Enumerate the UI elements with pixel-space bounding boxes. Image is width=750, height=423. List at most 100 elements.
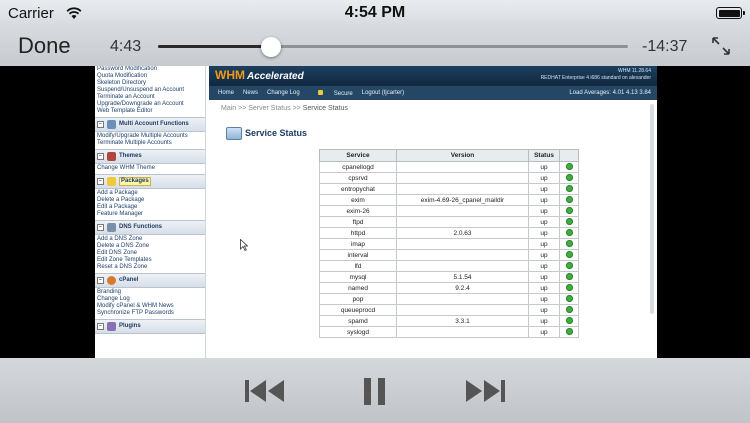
cell-version [396, 161, 529, 173]
section-title: Service Status [245, 128, 308, 138]
cell-service: spamd [319, 315, 397, 327]
table-row: entropychat up [319, 183, 579, 195]
nav-change-log[interactable]: Change Log [267, 90, 300, 96]
status-ok-icon [559, 249, 579, 261]
status-ok-icon [559, 315, 579, 327]
sidebar-section-dns[interactable]: − DNS Functions [95, 220, 205, 235]
sidebar-link[interactable]: Modify/Upgrade Multiple Accounts [95, 133, 205, 140]
sidebar-link[interactable]: Password Modification [95, 66, 205, 73]
sidebar-link[interactable]: Skeleton Directory [95, 80, 205, 87]
cell-version [396, 172, 529, 184]
sidebar-dns-links: Add a DNS Zone Delete a DNS Zone Edit DNS … [95, 236, 205, 271]
cell-status: up [528, 161, 560, 173]
sidebar-link[interactable]: Branding [95, 289, 205, 296]
video-frame[interactable]: Password Modification Quota Modification S… [95, 66, 657, 358]
cell-status: up [528, 315, 560, 327]
service-status-table: Service Version Status cpanellogd up cpsrv… [319, 149, 579, 338]
cell-status: up [528, 183, 560, 195]
status-ok-icon [559, 304, 579, 316]
sidebar-link[interactable]: Edit Zone Templates [95, 257, 205, 264]
cell-service: mysql [319, 271, 397, 283]
sidebar-link[interactable]: Terminate Multiple Accounts [95, 140, 205, 147]
table-row: cpsrvd up [319, 172, 579, 184]
status-ok-icon [559, 293, 579, 305]
sidebar-link[interactable]: Upgrade/Downgrade an Account [95, 101, 205, 108]
load-averages: Load Averages: 4.01 4.13 3.84 [569, 90, 651, 96]
cell-status: up [528, 194, 560, 206]
sidebar-link[interactable]: Delete a Package [95, 197, 205, 204]
cell-status: up [528, 293, 560, 305]
sidebar-link[interactable]: Synchronize FTP Passwords [95, 310, 205, 317]
cell-status: up [528, 238, 560, 250]
done-button[interactable]: Done [18, 33, 71, 59]
cell-status: up [528, 304, 560, 316]
sidebar-section-multi-account[interactable]: − Multi Account Functions [95, 117, 205, 132]
whm-nav: Home News Change Log Secure Logout (tjca… [209, 86, 657, 100]
remaining-time: -14:37 [642, 38, 688, 55]
cell-service: entropychat [319, 183, 397, 195]
sidebar-link[interactable]: Feature Manager [95, 211, 205, 218]
cell-version [396, 205, 529, 217]
sidebar-link[interactable]: Change WHM Theme [95, 165, 205, 172]
nav-secure[interactable]: Secure [309, 89, 353, 97]
fast-forward-icon[interactable] [463, 377, 507, 405]
cell-status: up [528, 205, 560, 217]
sidebar-link[interactable]: Edit a Package [95, 204, 205, 211]
cell-version: 5.1.54 [396, 271, 529, 283]
table-row: syslogd up [319, 326, 579, 338]
sidebar-section-packages[interactable]: − Packages [95, 174, 205, 189]
cell-service: cpanellogd [319, 161, 397, 173]
sidebar-link[interactable]: Modify cPanel & WHM News [95, 303, 205, 310]
sidebar-top-links: Password Modification Quota Modification S… [95, 66, 205, 115]
sidebar-link[interactable]: Add a DNS Zone [95, 236, 205, 243]
cell-service: pop [319, 293, 397, 305]
cell-service: interval [319, 249, 397, 261]
sidebar-link[interactable]: Change Log [95, 296, 205, 303]
table-row: cpanellogd up [319, 161, 579, 173]
sidebar-section-themes[interactable]: − Themes [95, 149, 205, 164]
cell-service: imap [319, 238, 397, 250]
status-ok-icon [559, 205, 579, 217]
sidebar-link[interactable]: Edit DNS Zone [95, 250, 205, 257]
sidebar-link[interactable]: Web Template Editor [95, 108, 205, 115]
cell-service: syslogd [319, 326, 397, 338]
rewind-icon[interactable] [243, 377, 287, 405]
scrubber-track[interactable] [158, 45, 628, 48]
scrubber-knob[interactable] [260, 37, 281, 57]
page-scrollbar[interactable] [650, 104, 654, 314]
col-service: Service [319, 149, 397, 162]
cell-version: 9.2.4 [396, 282, 529, 294]
sidebar-link[interactable]: Quota Modification [95, 73, 205, 80]
cell-version [396, 260, 529, 272]
player-top-bar: Done 4:43 -14:37 [0, 26, 750, 66]
sidebar-link[interactable]: Add a Package [95, 190, 205, 197]
sidebar-link[interactable]: Reset a DNS Zone [95, 264, 205, 271]
sidebar-section-cpanel[interactable]: − cPanel [95, 273, 205, 288]
breadcrumb: Main >> Server Status >> Service Status [221, 105, 348, 112]
sidebar-link[interactable]: Delete a DNS Zone [95, 243, 205, 250]
sidebar-section-plugins[interactable]: − Plugins [95, 319, 205, 334]
status-ok-icon [559, 227, 579, 239]
status-ok-icon [559, 271, 579, 283]
table-row: mysql 5.1.54 up [319, 271, 579, 283]
nav-logout[interactable]: Logout (tjcarter) [362, 90, 404, 96]
status-ok-icon [559, 183, 579, 195]
nav-home[interactable]: Home [218, 90, 234, 96]
table-row: spamd 3.3.1 up [319, 315, 579, 327]
sidebar-link[interactable]: Suspend/Unsuspend an Account [95, 87, 205, 94]
table-row: pop up [319, 293, 579, 305]
cell-status: up [528, 216, 560, 228]
sidebar-link[interactable]: Terminate an Account [95, 94, 205, 101]
nav-news[interactable]: News [243, 90, 258, 96]
pause-icon[interactable] [353, 377, 397, 405]
cell-status: up [528, 326, 560, 338]
status-bar: Carrier 4:54 PM [0, 0, 750, 26]
status-ok-icon [559, 282, 579, 294]
table-row: queueprocd up [319, 304, 579, 316]
battery-icon [716, 7, 745, 19]
col-status: Status [528, 149, 560, 162]
fullscreen-icon[interactable] [710, 35, 732, 57]
cell-status: up [528, 282, 560, 294]
cell-version [396, 293, 529, 305]
sidebar-packages-links: Add a Package Delete a Package Edit a Pack… [95, 190, 205, 218]
